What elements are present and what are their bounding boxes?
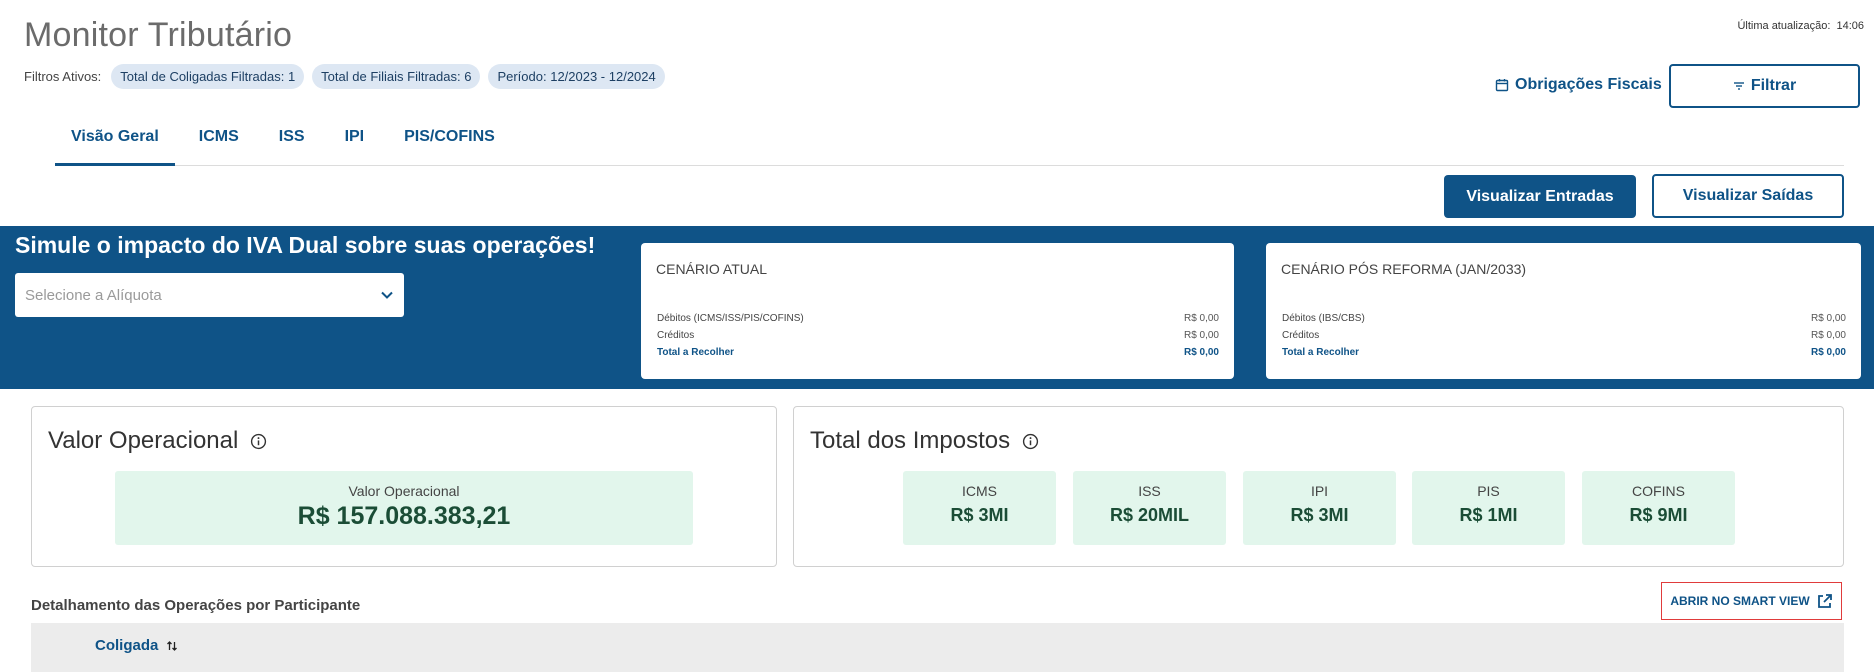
scenario-row-value: R$ 0,00 [1810, 330, 1846, 341]
metric-label: ICMS [962, 483, 997, 499]
scenario-row-label: Total a Recolher [657, 347, 735, 358]
metric-value: R$ 9MI [1629, 505, 1688, 525]
scenario-row-label: Débitos (ICMS/ISS/PIS/COFINS) [657, 313, 804, 324]
tab-ipi[interactable]: IPI [329, 120, 381, 166]
total-taxes-card: Total dos Impostos ICMS R$ 3MI ISS R$ 20… [793, 406, 1844, 567]
last-update: Última atualização: 14:06 [1737, 20, 1864, 32]
metric-value: R$ 1MI [1459, 505, 1518, 525]
tax-metric-pis: PIS R$ 1MI [1412, 471, 1565, 545]
aliquota-select[interactable]: Selecione a Alíquota [15, 273, 404, 317]
scenario-row: Créditos R$ 0,00 [657, 330, 1219, 341]
page-title: Monitor Tributário [24, 16, 293, 54]
filter-chip-filiais: Total de Filiais Filtradas: 6 [312, 64, 481, 89]
column-header-coligada[interactable]: Coligada [95, 637, 178, 654]
tax-metric-cofins: COFINS R$ 9MI [1582, 471, 1735, 545]
metric-label: COFINS [1632, 483, 1685, 499]
operational-value-metric: Valor Operacional R$ 157.088.383,21 [115, 471, 693, 545]
view-entries-button[interactable]: Visualizar Entradas [1444, 175, 1636, 218]
detail-section-title: Detalhamento das Operações por Participa… [31, 597, 361, 614]
metric-label: Valor Operacional [348, 483, 460, 499]
metric-value: R$ 20MIL [1109, 505, 1190, 525]
scenario-row-label: Créditos [1282, 330, 1320, 341]
tax-metric-iss: ISS R$ 20MIL [1073, 471, 1226, 545]
scenario-total-row: Total a Recolher R$ 0,00 [657, 347, 1219, 358]
filter-button[interactable]: Filtrar [1669, 64, 1860, 108]
scenario-row-value: R$ 0,00 [1810, 347, 1846, 358]
filter-icon [1733, 82, 1744, 90]
aliquota-placeholder: Selecione a Alíquota [25, 286, 162, 304]
scenario-row-label: Créditos [657, 330, 695, 341]
tab-pis-cofins[interactable]: PIS/COFINS [388, 120, 511, 166]
current-scenario-card: CENÁRIO ATUAL Débitos (ICMS/ISS/PIS/COFI… [641, 243, 1234, 379]
tax-metric-icms: ICMS R$ 3MI [903, 471, 1056, 545]
last-update-time: 14:06 [1836, 20, 1864, 32]
scenario-row-label: Débitos (IBS/CBS) [1282, 313, 1365, 324]
metric-label: IPI [1310, 483, 1329, 499]
scenario-row: Créditos R$ 0,00 [1282, 330, 1846, 341]
info-icon[interactable] [1022, 433, 1039, 450]
obligations-label: Obrigações Fiscais [1515, 76, 1662, 93]
active-filters: Filtros Ativos: Total de Coligadas Filtr… [24, 64, 665, 89]
scenario-row: Débitos (IBS/CBS) R$ 0,00 [1282, 313, 1846, 324]
column-header-label: Coligada [95, 637, 159, 654]
total-taxes-heading: Total dos Impostos [810, 427, 1011, 454]
current-scenario-title: CENÁRIO ATUAL [656, 261, 767, 277]
metric-label: PIS [1477, 483, 1500, 499]
metric-value: R$ 3MI [1290, 505, 1349, 525]
last-update-label: Última atualização: [1737, 20, 1831, 32]
scenario-row-value: R$ 0,00 [1810, 313, 1846, 324]
calendar-icon [1495, 79, 1509, 92]
participants-table-header: Coligada [31, 623, 1844, 672]
sort-icon [167, 640, 178, 651]
tab-bar: Visão Geral ICMS ISS IPI PIS/COFINS [55, 120, 1844, 166]
filter-chip-coligadas: Total de Coligadas Filtradas: 1 [111, 64, 305, 89]
open-smart-view-link[interactable]: ABRIR NO SMART VIEW [1661, 582, 1842, 620]
metric-value: R$ 157.088.383,21 [297, 502, 511, 530]
scenario-row: Débitos (ICMS/ISS/PIS/COFINS) R$ 0,00 [657, 313, 1219, 324]
filter-button-label: Filtrar [1750, 77, 1797, 94]
chevron-down-icon [381, 291, 393, 299]
external-link-icon [1817, 593, 1832, 608]
tab-iss[interactable]: ISS [263, 120, 321, 166]
reform-scenario-title: CENÁRIO PÓS REFORMA (JAN/2033) [1281, 261, 1527, 277]
reform-scenario-card: CENÁRIO PÓS REFORMA (JAN/2033) Débitos (… [1266, 243, 1861, 379]
filter-chip-periodo: Período: 12/2023 - 12/2024 [488, 64, 665, 89]
filters-label: Filtros Ativos: [24, 69, 102, 84]
tax-metric-ipi: IPI R$ 3MI [1243, 471, 1396, 545]
total-taxes-title: Total dos Impostos [810, 427, 1039, 455]
scenario-row-value: R$ 0,00 [1183, 347, 1219, 358]
metric-value: R$ 3MI [950, 505, 1009, 525]
info-icon[interactable] [250, 433, 267, 450]
view-outputs-button[interactable]: Visualizar Saídas [1652, 174, 1844, 218]
tab-icms[interactable]: ICMS [183, 120, 255, 166]
metric-label: ISS [1138, 483, 1161, 499]
operational-value-title: Valor Operacional [48, 427, 267, 455]
scenario-total-row: Total a Recolher R$ 0,00 [1282, 347, 1846, 358]
banner-title: Simule o impacto do IVA Dual sobre suas … [15, 232, 596, 258]
operational-value-heading: Valor Operacional [48, 427, 239, 454]
tab-visao-geral[interactable]: Visão Geral [55, 120, 175, 166]
scenario-row-value: R$ 0,00 [1183, 330, 1219, 341]
obligations-link[interactable]: Obrigações Fiscais [1495, 76, 1662, 94]
scenario-row-label: Total a Recolher [1282, 347, 1360, 358]
operational-value-card: Valor Operacional Valor Operacional R$ 1… [31, 406, 777, 567]
scenario-row-value: R$ 0,00 [1183, 313, 1219, 324]
smart-view-label: ABRIR NO SMART VIEW [1670, 594, 1810, 608]
